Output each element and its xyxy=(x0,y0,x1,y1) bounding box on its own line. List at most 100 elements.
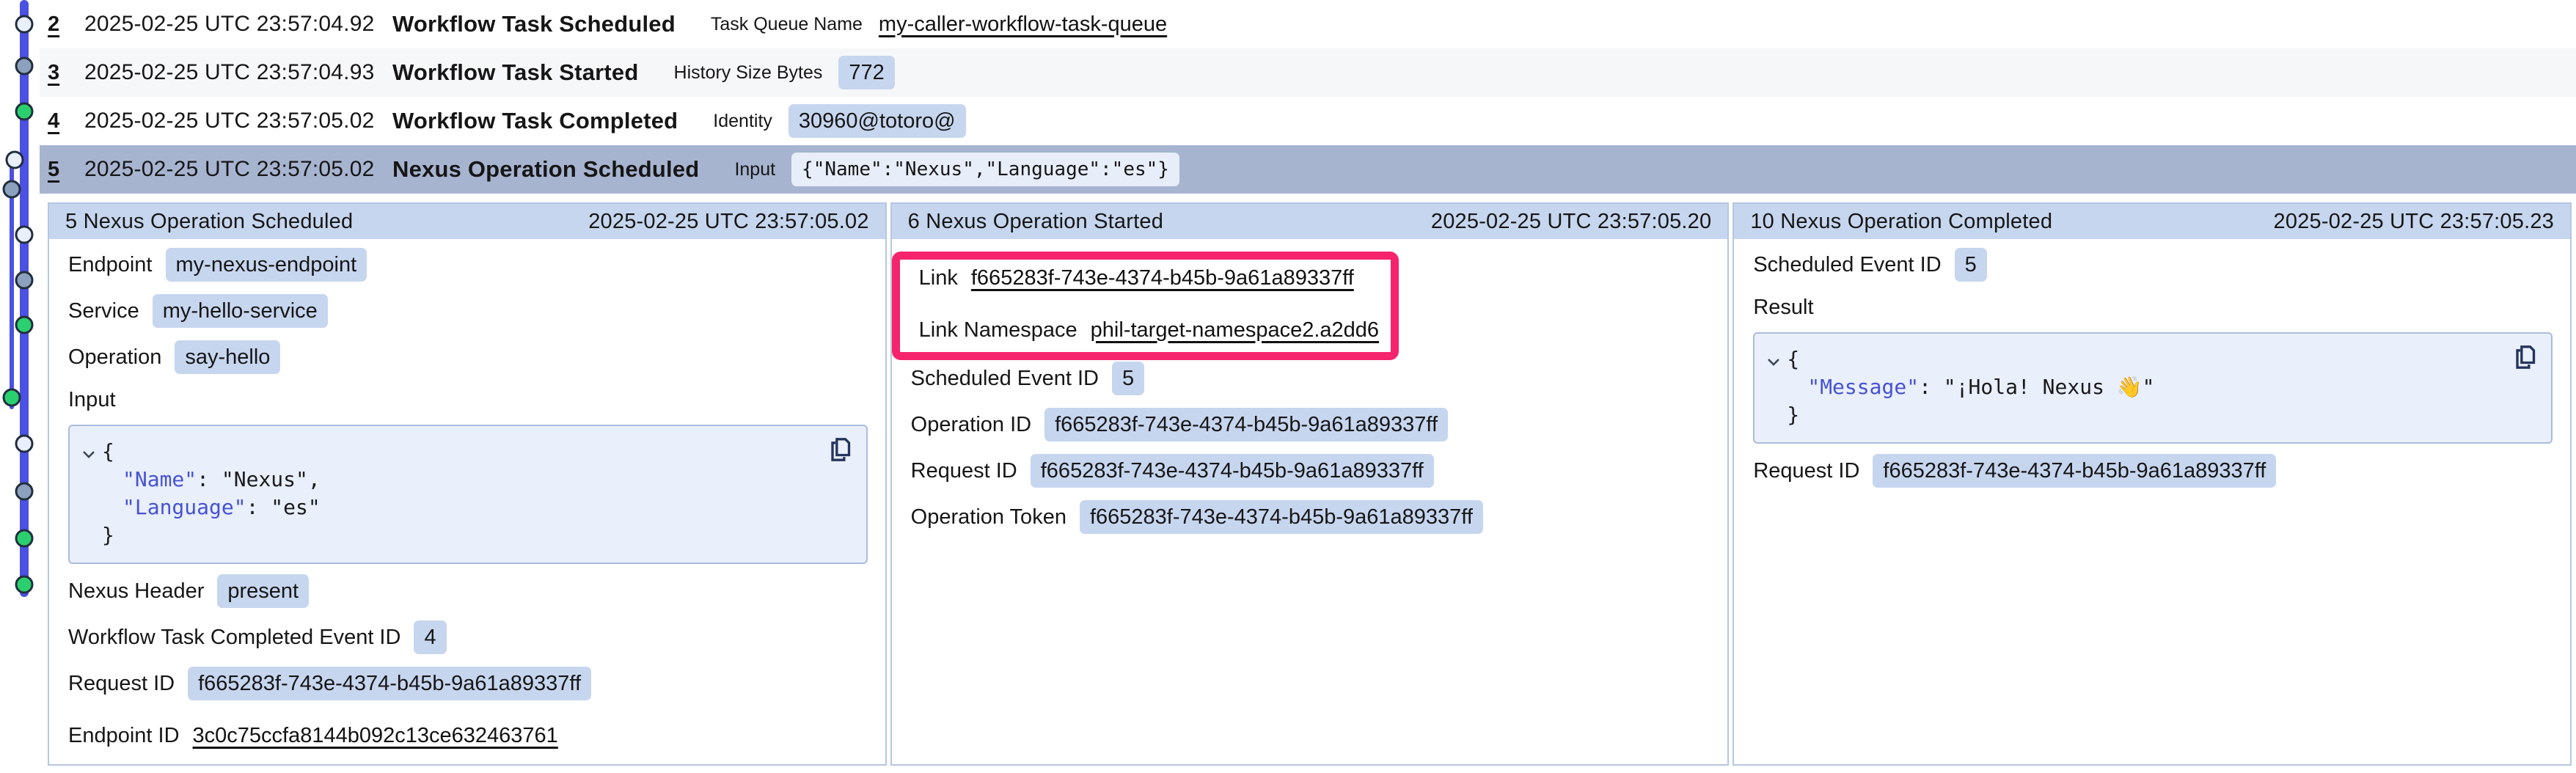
field-operation-token: Operation Token f665283f-743e-4374-b45b-… xyxy=(911,500,1710,534)
event-id-link[interactable]: 2 xyxy=(48,12,84,37)
field-request-id: Request ID f665283f-743e-4374-b45b-9a61a… xyxy=(68,667,868,700)
field-value-badge: my-hello-service xyxy=(153,294,328,328)
collapse-chevron-icon[interactable] xyxy=(1765,353,1782,370)
field-service: Service my-hello-service xyxy=(68,294,868,328)
event-marker-completed-icon xyxy=(16,576,32,593)
field-label: Nexus Header xyxy=(68,579,204,604)
json-entry: "Message": "¡Hola! Nexus 👋" xyxy=(1787,373,2500,401)
field-value-badge: f665283f-743e-4374-b45b-9a61a89337ff xyxy=(1044,408,1448,442)
json-close-brace: } xyxy=(1787,401,2500,429)
link-namespace-link[interactable]: phil-target-namespace2.a2dd6 xyxy=(1091,318,1379,342)
field-value-badge: 5 xyxy=(1112,362,1144,395)
field-value-badge: my-nexus-endpoint xyxy=(166,248,367,282)
event-marker-completed-icon xyxy=(16,530,32,546)
field-label: Service xyxy=(68,299,139,323)
event-history-rows: 2 2025-02-25 UTC 23:57:04.92 Workflow Ta… xyxy=(40,0,2576,194)
workflow-event-history-view: 2 2025-02-25 UTC 23:57:04.92 Workflow Ta… xyxy=(0,0,2576,773)
history-row-nexus-operation-scheduled-selected[interactable]: 5 2025-02-25 UTC 23:57:05.02 Nexus Opera… xyxy=(40,145,2576,194)
field-label: Request ID xyxy=(911,459,1017,483)
copy-icon[interactable] xyxy=(825,435,855,464)
field-label: Scheduled Event ID xyxy=(911,367,1099,391)
field-value-badge: 5 xyxy=(1955,248,1987,282)
event-marker-completed-icon xyxy=(16,103,32,120)
copy-icon[interactable] xyxy=(2510,342,2539,372)
field-value-badge: present xyxy=(217,574,309,608)
event-name: Workflow Task Scheduled xyxy=(392,11,676,37)
field-label: Request ID xyxy=(1753,459,1859,483)
field-value-badge: say-hello xyxy=(175,340,280,374)
event-marker-started-icon xyxy=(16,272,32,288)
event-marker-waiting-icon xyxy=(16,436,32,452)
field-endpoint-id: Endpoint ID 3c0c75ccfa8144b092c13ce63246… xyxy=(68,724,868,748)
event-attr-label: Task Queue Name xyxy=(711,14,863,35)
event-marker-started-icon xyxy=(4,181,20,197)
field-label: Workflow Task Completed Event ID xyxy=(68,626,400,650)
event-id-link[interactable]: 4 xyxy=(48,109,84,133)
panel-nexus-operation-scheduled: 5 Nexus Operation Scheduled 2025-02-25 U… xyxy=(48,202,887,766)
field-endpoint: Endpoint my-nexus-endpoint xyxy=(68,248,868,282)
history-row-workflow-task-started[interactable]: 3 2025-02-25 UTC 23:57:04.93 Workflow Ta… xyxy=(40,48,2576,97)
history-row-workflow-task-completed[interactable]: 4 2025-02-25 UTC 23:57:05.02 Workflow Ta… xyxy=(40,97,2576,145)
field-label: Endpoint ID xyxy=(68,724,180,748)
input-json-viewer: { "Name": "Nexus", "Language": "es" } xyxy=(68,425,868,564)
event-id-link[interactable]: 5 xyxy=(48,158,84,182)
field-label: Link xyxy=(919,266,958,290)
event-timestamp: 2025-02-25 UTC 23:57:04.92 xyxy=(84,12,392,37)
field-value-badge: 4 xyxy=(414,620,446,654)
field-label: Endpoint xyxy=(68,253,153,277)
event-timestamp: 2025-02-25 UTC 23:57:04.93 xyxy=(84,60,392,85)
event-marker-started-icon xyxy=(16,58,32,74)
field-label: Link Namespace xyxy=(919,318,1077,342)
panel-title: 10 Nexus Operation Completed xyxy=(1750,210,2052,234)
panel-timestamp: 2025-02-25 UTC 23:57:05.23 xyxy=(2274,210,2554,234)
field-nexus-header: Nexus Header present xyxy=(68,574,868,608)
field-link: Link f665283f-743e-4374-b45b-9a61a89337f… xyxy=(919,265,1376,290)
field-value-badge: f665283f-743e-4374-b45b-9a61a89337ff xyxy=(1031,454,1434,488)
field-value-badge: f665283f-743e-4374-b45b-9a61a89337ff xyxy=(1080,500,1483,534)
event-marker-waiting-icon xyxy=(7,152,23,168)
event-marker-waiting-icon xyxy=(16,227,32,243)
panel-title: 5 Nexus Operation Scheduled xyxy=(65,210,353,234)
event-name: Workflow Task Started xyxy=(392,59,639,86)
field-value-badge: f665283f-743e-4374-b45b-9a61a89337ff xyxy=(188,667,591,700)
endpoint-id-link[interactable]: 3c0c75ccfa8144b092c13ce632463761 xyxy=(193,724,558,748)
json-open-brace: { xyxy=(1787,345,2500,373)
event-name: Workflow Task Completed xyxy=(392,108,678,134)
field-scheduled-event-id: Scheduled Event ID 5 xyxy=(1753,248,2553,282)
input-section-label: Input xyxy=(68,386,868,413)
json-entry: "Name": "Nexus", xyxy=(102,466,815,494)
link-value-link[interactable]: f665283f-743e-4374-b45b-9a61a89337ff xyxy=(971,266,1354,290)
event-attr-value-badge: 772 xyxy=(838,56,894,89)
event-marker-completed-icon xyxy=(4,389,20,406)
field-label: Operation ID xyxy=(911,413,1031,437)
field-request-id: Request ID f665283f-743e-4374-b45b-9a61a… xyxy=(1753,454,2553,488)
panel-title: 6 Nexus Operation Started xyxy=(908,210,1163,234)
event-timestamp: 2025-02-25 UTC 23:57:05.02 xyxy=(84,157,392,182)
event-attr-label: History Size Bytes xyxy=(674,62,823,84)
result-section-label: Result xyxy=(1753,294,2553,320)
json-entry: "Language": "es" xyxy=(102,494,815,521)
panel-timestamp: 2025-02-25 UTC 23:57:05.02 xyxy=(588,210,868,234)
event-id-link[interactable]: 3 xyxy=(48,61,84,85)
panel-header: 6 Nexus Operation Started 2025-02-25 UTC… xyxy=(892,204,1728,239)
event-attr-label: Identity xyxy=(713,111,772,132)
field-value-badge: f665283f-743e-4374-b45b-9a61a89337ff xyxy=(1873,454,2276,488)
field-workflow-task-completed-event-id: Workflow Task Completed Event ID 4 xyxy=(68,620,868,654)
event-marker-completed-icon xyxy=(16,317,32,333)
result-json-viewer: { "Message": "¡Hola! Nexus 👋" } xyxy=(1753,332,2553,444)
event-timestamp: 2025-02-25 UTC 23:57:05.02 xyxy=(84,109,392,133)
json-close-brace: } xyxy=(102,521,815,549)
history-row-workflow-task-scheduled[interactable]: 2 2025-02-25 UTC 23:57:04.92 Workflow Ta… xyxy=(40,0,2576,48)
panel-timestamp: 2025-02-25 UTC 23:57:05.20 xyxy=(1431,210,1711,234)
panel-nexus-operation-started: 6 Nexus Operation Started 2025-02-25 UTC… xyxy=(890,202,1730,766)
collapse-chevron-icon[interactable] xyxy=(80,445,98,463)
field-request-id: Request ID f665283f-743e-4374-b45b-9a61a… xyxy=(911,454,1710,488)
field-label: Operation Token xyxy=(911,505,1066,530)
event-marker-waiting-icon xyxy=(16,16,32,32)
panel-header: 10 Nexus Operation Completed 2025-02-25 … xyxy=(1734,204,2570,239)
task-queue-link[interactable]: my-caller-workflow-task-queue xyxy=(879,12,1167,37)
field-label: Request ID xyxy=(68,672,175,696)
field-label: Operation xyxy=(68,345,161,370)
field-label: Scheduled Event ID xyxy=(1753,253,1941,277)
pink-highlight-box: Link f665283f-743e-4374-b45b-9a61a89337f… xyxy=(892,252,1399,360)
